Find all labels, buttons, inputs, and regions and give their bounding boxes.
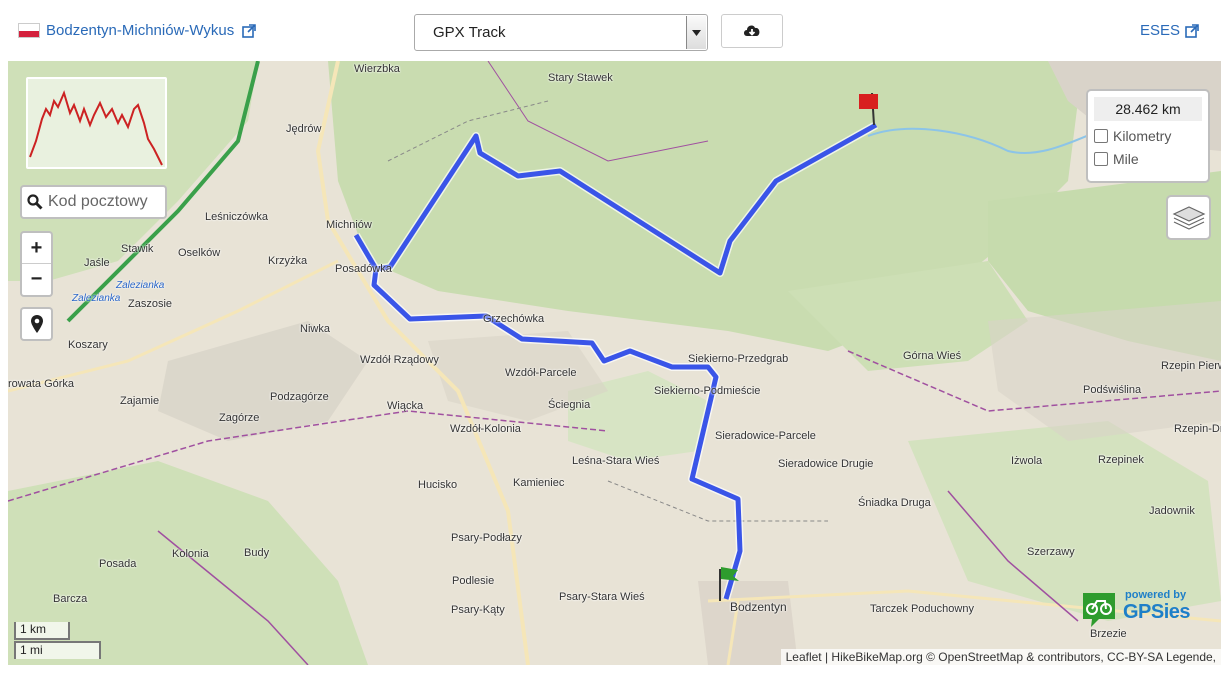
zoom-out-button[interactable]: − — [22, 264, 51, 295]
poland-flag-icon — [18, 23, 40, 38]
place-label: Wzdół Rządowy — [360, 354, 439, 366]
scale-bar: 1 km 1 mi — [14, 622, 101, 659]
place-label: Grzechówka — [483, 313, 545, 325]
scale-km: 1 km — [14, 622, 70, 640]
place-label: Rzepinek — [1098, 454, 1144, 466]
place-label: Barcza — [53, 593, 88, 605]
place-label: Wzdół-Kolonia — [450, 423, 521, 435]
locate-button[interactable] — [20, 307, 53, 341]
place-label: Koszary — [68, 339, 108, 351]
place-label: Szerzawy — [1027, 546, 1075, 558]
elevation-profile[interactable] — [26, 77, 167, 169]
download-button[interactable] — [721, 14, 783, 48]
place-label: Stawik — [121, 243, 154, 255]
place-label: Psary-Kąty — [451, 604, 505, 616]
place-label: Krzyżka — [268, 255, 308, 267]
top-bar: Bodzentyn-Michniów-Wykus GPX Track ESES — [0, 0, 1225, 60]
place-label: Hucisko — [418, 479, 458, 491]
place-label: Zaszosie — [128, 298, 173, 310]
place-label: Jadownik — [1149, 505, 1195, 517]
place-label: Psary-Podłazy — [451, 532, 522, 544]
unit-option-mi[interactable]: Mile — [1094, 151, 1202, 167]
place-label: Siekierno-Podmieście — [654, 385, 761, 397]
place-label: Sieradowice Drugie — [778, 458, 874, 470]
place-label: Wzdół-Parcele — [505, 367, 577, 379]
place-label: rowata Górka — [8, 378, 75, 390]
place-label: Kolonia — [172, 548, 209, 560]
place-label: Leśniczówka — [205, 211, 268, 223]
place-label: Posadówka — [335, 263, 392, 275]
track-format-value: GPX Track — [433, 24, 506, 41]
scale-mi: 1 mi — [14, 641, 101, 659]
place-label: Wierzbka — [354, 63, 400, 75]
search-input[interactable]: Kod pocztowy — [48, 193, 148, 211]
search-icon — [22, 194, 48, 210]
map-marker-icon — [30, 315, 43, 333]
layers-button[interactable] — [1166, 195, 1211, 240]
km-checkbox[interactable] — [1094, 129, 1108, 143]
powered-by-label: powered by — [1125, 589, 1187, 601]
bike-logo-icon — [1083, 593, 1115, 627]
mi-label: Mile — [1113, 151, 1139, 167]
place-label: Posada — [99, 558, 137, 570]
distance-value: 28.462 km — [1094, 97, 1202, 121]
place-label: Podświślina — [1083, 384, 1142, 396]
place-label: Sieradowice-Parcele — [715, 430, 816, 442]
track-format-select[interactable]: GPX Track — [414, 14, 708, 51]
elevation-profile-graph — [29, 90, 163, 166]
unit-option-km[interactable]: Kilometry — [1094, 128, 1202, 144]
place-label: Stary Stawek — [548, 72, 613, 84]
cloud-download-icon — [744, 25, 760, 36]
place-label: Rzepin Pierwszy — [1161, 360, 1221, 372]
eses-link-wrap: ESES — [1140, 22, 1199, 39]
place-label: Iżwola — [1011, 455, 1043, 467]
zoom-control: + − — [20, 231, 53, 297]
distance-panel: 28.462 km Kilometry Mile — [1086, 89, 1210, 183]
place-label: Leśna-Stara Wieś — [572, 455, 660, 467]
place-label: Siekierno-Przedgrab — [688, 353, 789, 365]
mi-checkbox[interactable] — [1094, 152, 1108, 166]
layers-icon — [1172, 205, 1205, 230]
place-label: Podzagórze — [270, 391, 329, 403]
place-label: Rzepin-Dr — [1174, 423, 1221, 435]
gpsies-brand: GPSies — [1123, 601, 1191, 623]
place-label: Niwka — [300, 323, 330, 335]
place-label: Jaśle — [84, 257, 110, 269]
map-view[interactable]: Wierzbka Stary Stawek Jędrów Michniów Le… — [8, 61, 1221, 665]
place-label: Budy — [244, 547, 270, 559]
place-label: Górna Wieś — [903, 350, 962, 362]
external-link-icon — [242, 23, 257, 38]
eses-link[interactable]: ESES — [1140, 22, 1180, 39]
external-link-icon — [1185, 23, 1199, 38]
zoom-in-button[interactable]: + — [22, 233, 51, 264]
lake-label: Zalezianka — [116, 280, 165, 291]
gpsies-logo[interactable]: powered by GPSies — [1079, 587, 1215, 633]
place-label: Kamieniec — [513, 477, 565, 489]
place-label: Podlesie — [452, 575, 495, 587]
place-label: Michniów — [326, 219, 372, 231]
place-label: Psary-Stara Wieś — [559, 591, 645, 603]
place-label: Jędrów — [286, 123, 322, 135]
km-label: Kilometry — [1113, 128, 1172, 144]
place-label-bodzentyn: Bodzentyn — [730, 600, 787, 614]
place-label: Oselków — [178, 247, 221, 259]
place-label: Wiącka — [387, 400, 424, 412]
lake-label: Zalezianka — [72, 293, 121, 304]
place-label: Zagórze — [219, 412, 260, 424]
place-label: Tarczek Poduchowny — [870, 603, 974, 615]
place-label: Zajamie — [120, 395, 160, 407]
map-attribution[interactable]: Leaflet | HikeBikeMap.org © OpenStreetMa… — [780, 649, 1221, 665]
track-title-link[interactable]: Bodzentyn-Michniów-Wykus — [46, 22, 234, 39]
place-label: Ściegnia — [548, 399, 591, 411]
track-title-wrap: Bodzentyn-Michniów-Wykus — [18, 22, 257, 39]
place-label: Śniadka Druga — [858, 497, 931, 509]
chevron-down-icon[interactable] — [686, 16, 706, 49]
postal-code-search[interactable]: Kod pocztowy — [20, 185, 167, 219]
map-base-layer — [8, 61, 1221, 665]
